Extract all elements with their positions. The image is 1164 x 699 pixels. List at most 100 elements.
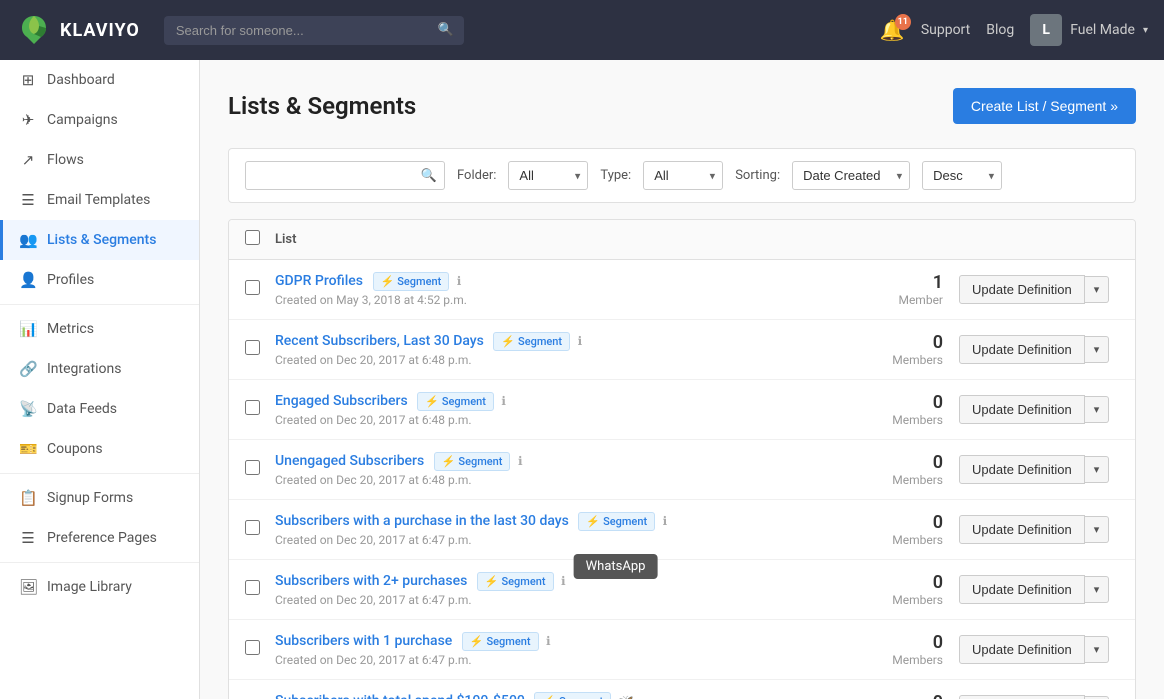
- list-name-3[interactable]: Unengaged Subscribers: [275, 453, 424, 469]
- list-name-5[interactable]: Subscribers with 2+ purchases: [275, 573, 467, 589]
- list-meta-3: Created on Dec 20, 2017 at 6:48 p.m.: [275, 473, 859, 487]
- row-checkbox-5[interactable]: [245, 580, 260, 595]
- search-input[interactable]: [164, 16, 464, 45]
- row-info-1: Recent Subscribers, Last 30 Days ⚡ Segme…: [275, 332, 859, 367]
- row-count-4: 0 Members: [859, 512, 959, 547]
- row-checkbox-2[interactable]: [245, 400, 260, 415]
- sorting-label: Sorting:: [735, 168, 780, 183]
- type-select-wrapper: All: [643, 161, 723, 190]
- row-checkbox-0[interactable]: [245, 280, 260, 295]
- list-meta-6: Created on Dec 20, 2017 at 6:47 p.m.: [275, 653, 859, 667]
- notification-bell[interactable]: 🔔 11: [880, 18, 905, 42]
- count-label-3: Members: [859, 473, 943, 487]
- sidebar-item-email-templates[interactable]: ☰ Email Templates: [0, 180, 199, 220]
- badge-icon-5: ⚡: [485, 575, 499, 588]
- top-nav: KLAVIYO 🔍 🔔 11 Support Blog L Fuel Made …: [0, 0, 1164, 60]
- folder-select[interactable]: All: [508, 161, 588, 190]
- filter-search-icon: 🔍: [421, 168, 437, 183]
- sorting-select[interactable]: Date Created: [792, 161, 910, 190]
- update-definition-button-4[interactable]: Update Definition: [959, 515, 1085, 544]
- sidebar-item-signup-forms[interactable]: 📋 Signup Forms: [0, 478, 199, 518]
- update-definition-dropdown-5[interactable]: ▾: [1085, 576, 1110, 603]
- select-all-checkbox[interactable]: [245, 230, 260, 245]
- data-feeds-icon: 📡: [19, 400, 37, 418]
- sidebar-item-profiles[interactable]: 👤 Profiles: [0, 260, 199, 300]
- update-definition-dropdown-1[interactable]: ▾: [1085, 336, 1110, 363]
- user-menu[interactable]: L Fuel Made ▾: [1030, 14, 1148, 46]
- update-definition-button-5[interactable]: Update Definition: [959, 575, 1085, 604]
- info-icon-7: 🦋: [619, 694, 634, 699]
- update-definition-dropdown-2[interactable]: ▾: [1085, 396, 1110, 423]
- row-check-1: [245, 340, 275, 359]
- list-name-2[interactable]: Engaged Subscribers: [275, 393, 408, 409]
- list-name-6[interactable]: Subscribers with 1 purchase: [275, 633, 452, 649]
- order-select[interactable]: Desc Asc: [922, 161, 1002, 190]
- count-label-6: Members: [859, 653, 943, 667]
- sidebar-item-preference-pages[interactable]: ☰ Preference Pages: [0, 518, 199, 558]
- update-definition-dropdown-4[interactable]: ▾: [1085, 516, 1110, 543]
- list-name-7[interactable]: Subscribers with total spend $100-$500: [275, 693, 525, 699]
- badge-icon-2: ⚡: [425, 395, 439, 408]
- count-number-6: 0: [859, 632, 943, 653]
- row-checkbox-1[interactable]: [245, 340, 260, 355]
- row-info-5: Subscribers with 2+ purchases ⚡ Segment …: [275, 572, 859, 607]
- avatar: L: [1030, 14, 1062, 46]
- info-icon-6: ℹ: [546, 634, 551, 648]
- sidebar-item-dashboard[interactable]: ⊞ Dashboard: [0, 60, 199, 100]
- filter-search-input[interactable]: [245, 161, 445, 190]
- sidebar-label-metrics: Metrics: [47, 321, 94, 337]
- type-select[interactable]: All: [643, 161, 723, 190]
- create-list-segment-button[interactable]: Create List / Segment »: [953, 88, 1136, 124]
- count-number-3: 0: [859, 452, 943, 473]
- list-meta-4: Created on Dec 20, 2017 at 6:47 p.m.: [275, 533, 859, 547]
- update-definition-button-2[interactable]: Update Definition: [959, 395, 1085, 424]
- update-definition-button-0[interactable]: Update Definition: [959, 275, 1085, 304]
- sidebar-label-coupons: Coupons: [47, 441, 103, 457]
- row-checkbox-4[interactable]: [245, 520, 260, 535]
- row-count-7: 0 Members: [859, 692, 959, 699]
- page-title: Lists & Segments: [228, 92, 416, 120]
- update-definition-button-3[interactable]: Update Definition: [959, 455, 1085, 484]
- update-definition-button-6[interactable]: Update Definition: [959, 635, 1085, 664]
- sidebar-item-coupons[interactable]: 🎫 Coupons: [0, 429, 199, 469]
- sidebar-label-flows: Flows: [47, 152, 84, 168]
- row-checkbox-3[interactable]: [245, 460, 260, 475]
- row-info-3: Unengaged Subscribers ⚡ Segment ℹ Create…: [275, 452, 859, 487]
- row-actions-3: Update Definition ▾: [959, 455, 1119, 484]
- segment-badge-2: ⚡ Segment: [417, 392, 494, 411]
- sidebar-item-integrations[interactable]: 🔗 Integrations: [0, 349, 199, 389]
- blog-link[interactable]: Blog: [986, 22, 1014, 38]
- page-header: Lists & Segments Create List / Segment »: [228, 88, 1136, 124]
- row-info-2: Engaged Subscribers ⚡ Segment ℹ Created …: [275, 392, 859, 427]
- sidebar-item-campaigns[interactable]: ✈ Campaigns: [0, 100, 199, 140]
- update-definition-button-7[interactable]: Update Definition: [959, 695, 1085, 699]
- sidebar-item-metrics[interactable]: 📊 Metrics: [0, 309, 199, 349]
- row-checkbox-6[interactable]: [245, 640, 260, 655]
- count-number-7: 0: [859, 692, 943, 699]
- lists-segments-icon: 👥: [19, 231, 37, 249]
- update-definition-dropdown-0[interactable]: ▾: [1085, 276, 1110, 303]
- row-actions-6: Update Definition ▾: [959, 635, 1119, 664]
- update-definition-dropdown-6[interactable]: ▾: [1085, 636, 1110, 663]
- table-row: Subscribers with a purchase in the last …: [229, 500, 1135, 560]
- image-library-icon: 🖼: [19, 578, 37, 596]
- folder-label: Folder:: [457, 168, 496, 183]
- list-name-1[interactable]: Recent Subscribers, Last 30 Days: [275, 333, 484, 349]
- update-definition-button-1[interactable]: Update Definition: [959, 335, 1085, 364]
- support-link[interactable]: Support: [921, 22, 970, 38]
- info-icon-4: ℹ: [663, 514, 668, 528]
- update-definition-dropdown-3[interactable]: ▾: [1085, 456, 1110, 483]
- segment-badge-0: ⚡ Segment: [373, 272, 450, 291]
- list-name-0[interactable]: GDPR Profiles: [275, 273, 363, 289]
- row-info-4: Subscribers with a purchase in the last …: [275, 512, 859, 547]
- sidebar-label-preference-pages: Preference Pages: [47, 530, 157, 546]
- list-name-4[interactable]: Subscribers with a purchase in the last …: [275, 513, 569, 529]
- sidebar-item-lists-segments[interactable]: 👥 Lists & Segments: [0, 220, 199, 260]
- sidebar-item-data-feeds[interactable]: 📡 Data Feeds: [0, 389, 199, 429]
- badge-icon-6: ⚡: [470, 635, 484, 648]
- metrics-icon: 📊: [19, 320, 37, 338]
- row-count-2: 0 Members: [859, 392, 959, 427]
- sidebar-item-flows[interactable]: ↗ Flows: [0, 140, 199, 180]
- header-list: List: [275, 232, 1119, 247]
- sidebar-item-image-library[interactable]: 🖼 Image Library: [0, 567, 199, 607]
